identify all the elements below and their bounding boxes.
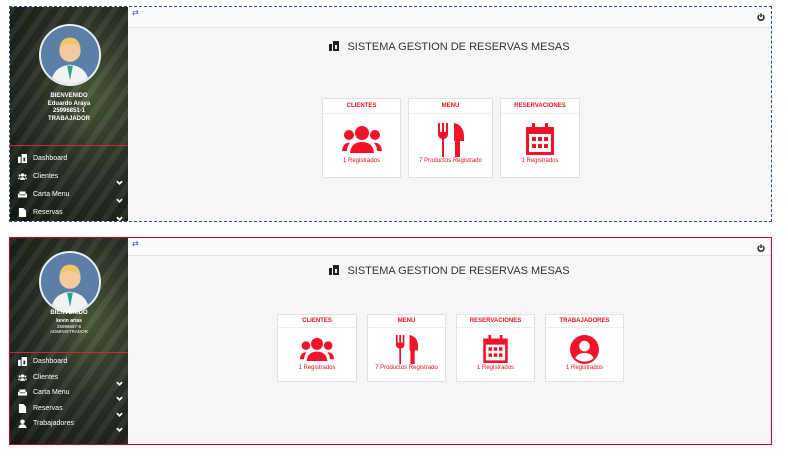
sidebar-divider xyxy=(10,352,128,353)
stat-cards: CLIENTES 1 Registrados MENU 7 Productos … xyxy=(322,98,580,178)
users-icon xyxy=(17,372,27,382)
power-icon[interactable] xyxy=(757,239,765,252)
sidebar-item-trabajadores[interactable]: Trabajadores xyxy=(10,416,128,433)
card-count: 1 Registrados xyxy=(565,365,604,371)
card-header: MENU xyxy=(368,315,445,328)
screenshot-panel-trabajador: BIENVENIDO Eduardo Araya 25996851-1 TRAB… xyxy=(9,6,772,222)
sidebar-divider xyxy=(10,145,128,146)
page-title: SISTEMA GESTION DE RESERVAS MESAS xyxy=(128,265,771,277)
user-role: TRABAJADOR xyxy=(48,115,90,122)
sidebar-item-carta-menu[interactable]: Carta Menu xyxy=(10,185,128,203)
sidebar-item-label: Carta Menu xyxy=(33,190,70,198)
sidebar-item-label: Carta Menu xyxy=(33,389,70,397)
user-icon xyxy=(17,419,27,429)
file-icon xyxy=(17,403,27,413)
avatar xyxy=(39,24,101,86)
card-header: MENU xyxy=(409,99,492,114)
sidebar-item-carta-menu[interactable]: Carta Menu xyxy=(10,385,128,402)
sidebar-item-label: Clientes xyxy=(33,172,59,180)
card-count: 1 Registrados xyxy=(342,158,381,164)
sidebar-item-clientes[interactable]: Clientes xyxy=(10,167,128,185)
card-header: RESERVACIONES xyxy=(501,99,579,114)
card-clientes[interactable]: CLIENTES 1 Registrados xyxy=(277,314,357,382)
dashboard-icon xyxy=(17,357,27,367)
sidebar-item-label: Trabajadores xyxy=(33,420,74,428)
dashboard-icon xyxy=(17,153,27,163)
user-rut: 25996851-1 xyxy=(52,108,86,114)
card-reservaciones[interactable]: RESERVACIONES 1 Registrados xyxy=(456,314,535,382)
card-menu[interactable]: MENU 7 Productos Registrado xyxy=(367,314,446,382)
couch-icon xyxy=(17,189,27,199)
user-name: Eduardo Araya xyxy=(47,100,91,107)
swap-icon[interactable]: ⇄ xyxy=(132,8,139,17)
sidebar-item-reservas[interactable]: Reservas xyxy=(10,401,128,417)
avatar xyxy=(39,251,101,313)
topbar: ⇄ xyxy=(128,7,771,28)
card-header: CLIENTES xyxy=(278,315,356,328)
card-count: 7 Productos Registrado xyxy=(419,158,482,164)
sidebar-item-label: Clientes xyxy=(33,373,59,381)
user-info: BIENVENIDO kevin arias 25996657-6 ADMINI… xyxy=(10,310,128,335)
dashboard-icon xyxy=(329,41,340,51)
page-title-text: SISTEMA GESTION DE RESERVAS MESAS xyxy=(347,265,570,277)
couch-icon xyxy=(17,388,27,398)
chevron-down-icon xyxy=(116,209,123,221)
sidebar-item-label: Dashboard xyxy=(33,154,68,162)
page-title: SISTEMA GESTION DE RESERVAS MESAS xyxy=(128,41,771,53)
sidebar-menu: Dashboard Clientes Carta Menu Reservas T… xyxy=(10,354,128,433)
card-header: RESERVACIONES xyxy=(457,315,534,328)
sidebar: BIENVENIDO Eduardo Araya 25996851-1 TRAB… xyxy=(10,7,128,221)
sidebar-menu: Dashboard Clientes Carta Menu Reservas xyxy=(10,149,128,221)
sidebar: BIENVENIDO kevin arias 25996657-6 ADMINI… xyxy=(10,238,128,444)
swap-icon[interactable]: ⇄ xyxy=(132,239,139,248)
utensils-icon xyxy=(368,335,445,364)
sidebar-item-dashboard[interactable]: Dashboard xyxy=(10,149,128,167)
sidebar-item-label: Reservas xyxy=(33,404,63,412)
utensils-icon xyxy=(409,123,492,157)
sidebar-item-label: Reservas xyxy=(33,208,63,216)
users-icon xyxy=(278,337,356,361)
card-header: TRABAJADORES xyxy=(546,315,623,328)
sidebar-item-reservas[interactable]: Reservas xyxy=(10,203,128,221)
chevron-down-icon xyxy=(116,173,123,185)
chevron-down-icon xyxy=(116,420,123,433)
sidebar-item-label: Dashboard xyxy=(33,358,68,366)
card-count: 1 Registrados xyxy=(476,365,515,371)
sidebar-item-clientes[interactable]: Clientes xyxy=(10,370,128,386)
welcome-text: BIENVENIDO xyxy=(50,93,88,99)
file-icon xyxy=(17,207,27,217)
user-circle-icon xyxy=(546,335,623,364)
topbar: ⇄ xyxy=(128,238,771,256)
calendar-icon xyxy=(501,123,579,155)
user-info: BIENVENIDO Eduardo Araya 25996851-1 TRAB… xyxy=(10,93,128,123)
card-clientes[interactable]: CLIENTES 1 Registrados xyxy=(322,98,401,178)
sidebar-item-dashboard[interactable]: Dashboard xyxy=(10,354,128,370)
users-icon xyxy=(17,171,27,181)
user-role: ADMINISTRADOR xyxy=(50,329,88,335)
card-count: 1 Registrados xyxy=(521,158,559,164)
chevron-down-icon xyxy=(116,405,123,417)
chevron-down-icon xyxy=(116,374,123,386)
card-menu[interactable]: MENU 7 Productos Registrado xyxy=(408,98,493,178)
screenshot-panel-administrador: BIENVENIDO kevin arias 25996657-6 ADMINI… xyxy=(9,237,772,445)
chevron-down-icon xyxy=(116,389,123,402)
page-title-text: SISTEMA GESTION DE RESERVAS MESAS xyxy=(347,41,570,53)
welcome-text: BIENVENIDO xyxy=(50,310,88,316)
card-reservaciones[interactable]: RESERVACIONES 1 Registrados xyxy=(500,98,580,178)
dashboard-icon xyxy=(329,265,340,275)
stat-cards: CLIENTES 1 Registrados MENU 7 Productos … xyxy=(277,314,624,382)
card-header: CLIENTES xyxy=(323,99,400,114)
calendar-icon xyxy=(457,335,534,363)
card-trabajadores[interactable]: TRABAJADORES 1 Registrados xyxy=(545,314,624,382)
card-count: 1 Registrados xyxy=(298,365,336,371)
card-count: 7 Productos Registrado xyxy=(375,365,438,371)
power-icon[interactable] xyxy=(757,8,765,21)
users-icon xyxy=(323,125,400,153)
chevron-down-icon xyxy=(116,191,123,203)
